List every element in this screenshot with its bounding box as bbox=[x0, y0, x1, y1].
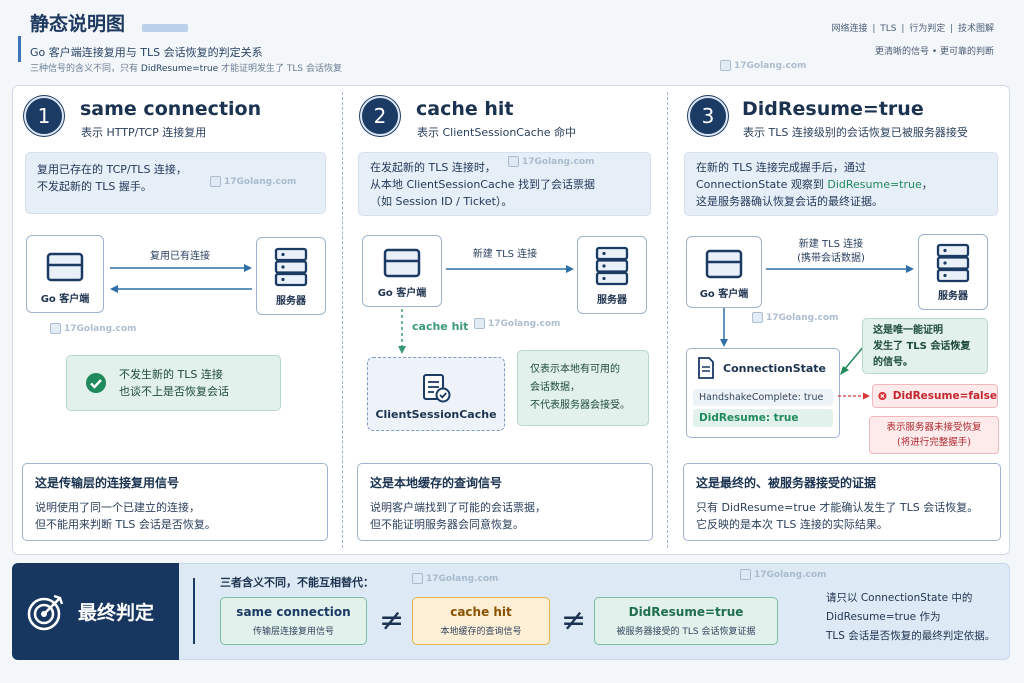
client-window-icon bbox=[705, 249, 743, 279]
not-equal-sign: ≠ bbox=[561, 603, 587, 638]
error-x-icon bbox=[878, 391, 887, 401]
watermark: 17Golang.com bbox=[50, 323, 136, 334]
column-description: 在新的 TLS 连接完成握手后，通过 ConnectionState 观察到 D… bbox=[684, 152, 998, 216]
header-tags: 网络连接 | TLS | 行为判定 | 技术图解 bbox=[831, 24, 995, 34]
conclusion-card: 这是最终的、被服务器接受的证据 只有 DidResume=true 才能确认发生… bbox=[683, 463, 1001, 541]
column-divider bbox=[342, 92, 343, 548]
go-client-node: Go 客户端 bbox=[686, 236, 762, 308]
false-dashed-arrow bbox=[838, 392, 870, 400]
server-node: 服务器 bbox=[918, 234, 988, 310]
page-subtitle: Go 客户端连接复用与 TLS 会话恢复的判定关系 bbox=[30, 46, 263, 59]
page-subnote: 三种信号的含义不同，只有 DidResume=true 才能证明发生了 TLS … bbox=[30, 64, 342, 74]
column-title: DidResume=true bbox=[742, 98, 924, 120]
watermark-icon bbox=[752, 312, 763, 323]
watermark-icon bbox=[412, 573, 423, 584]
step-number: 1 bbox=[24, 96, 64, 136]
target-icon bbox=[27, 594, 64, 630]
watermark-icon bbox=[740, 569, 751, 580]
server-icon bbox=[936, 243, 970, 283]
client-window-icon bbox=[383, 248, 421, 278]
verdict-title: 最终判定 bbox=[78, 602, 155, 624]
column-subtitle: 表示 ClientSessionCache 命中 bbox=[417, 126, 577, 139]
watermark-icon bbox=[50, 323, 61, 334]
arrow-label: 新建 TLS 连接 bbox=[472, 249, 538, 260]
watermark: 17Golang.com bbox=[474, 318, 560, 329]
state-arrow bbox=[720, 308, 728, 347]
step-number: 2 bbox=[360, 96, 400, 136]
pill-same-connection: same connection 传输层连接复用信号 bbox=[220, 597, 367, 645]
column-title: same connection bbox=[80, 98, 262, 120]
conclusion-card: 这是本地缓存的查询信号 说明客户端找到了可能的会话票据， 但不能证明服务器会同意恢… bbox=[357, 463, 653, 541]
connection-state-box: ConnectionState HandshakeComplete: true … bbox=[686, 348, 840, 438]
server-icon bbox=[274, 247, 308, 287]
cache-hit-label: cache hit bbox=[412, 320, 469, 333]
step-number: 3 bbox=[688, 96, 728, 136]
footer-heading: 三者含义不同，不能互相替代： bbox=[220, 576, 374, 589]
proof-note: 这是唯一能证明 发生了 TLS 会话恢复 的信号。 bbox=[862, 318, 988, 374]
arrow-label: 新建 TLS 连接 (携带会话数据) bbox=[797, 239, 865, 264]
footer-divider bbox=[193, 578, 195, 644]
pill-cache-hit: cache hit 本地缓存的查询信号 bbox=[412, 597, 550, 645]
did-resume-row: DidResume: true bbox=[693, 409, 833, 427]
server-node: 服务器 bbox=[256, 237, 326, 315]
false-note: 表示服务器未接受恢复 (将进行完整握手) bbox=[869, 416, 999, 454]
column-subtitle: 表示 HTTP/TCP 连接复用 bbox=[81, 126, 207, 139]
watermark: 17Golang.com bbox=[412, 573, 498, 584]
new-connection-arrow bbox=[446, 265, 574, 273]
page-title: 静态说明图 bbox=[30, 13, 126, 35]
watermark-icon bbox=[720, 60, 731, 71]
cache-lookup-arrow bbox=[398, 309, 406, 354]
subtitle-accent-bar bbox=[18, 36, 21, 62]
conclusion-card: 这是传输层的连接复用信号 说明使用了同一个已建立的连接， 但不能用来判断 TLS … bbox=[22, 463, 328, 541]
did-resume-false-badge: DidResume=false bbox=[872, 384, 998, 408]
document-check-icon bbox=[423, 374, 451, 403]
watermark: 17Golang.com bbox=[210, 176, 296, 187]
header-tagline: 更清晰的信号 • 更可靠的判断 bbox=[874, 47, 994, 57]
watermark-icon bbox=[508, 156, 519, 167]
column-description: 在发起新的 TLS 连接时， 从本地 ClientSessionCache 找到了… bbox=[358, 152, 651, 216]
column-divider bbox=[667, 92, 668, 548]
client-window-icon bbox=[46, 252, 84, 282]
watermark: 17Golang.com bbox=[752, 312, 838, 323]
column-title: cache hit bbox=[416, 98, 514, 120]
pill-did-resume: DidResume=true 被服务器接受的 TLS 会话恢复证据 bbox=[594, 597, 778, 645]
server-icon bbox=[595, 246, 629, 286]
go-client-node: Go 客户端 bbox=[362, 235, 442, 307]
server-node: 服务器 bbox=[577, 236, 647, 314]
client-session-cache-box: ClientSessionCache bbox=[367, 357, 505, 431]
title-accent bbox=[142, 24, 188, 32]
watermark: 17Golang.com bbox=[740, 569, 826, 580]
not-equal-sign: ≠ bbox=[379, 603, 405, 638]
watermark: 17Golang.com bbox=[720, 60, 806, 71]
no-new-tls-note: 不发生新的 TLS 连接 也谈不上是否恢复会话 bbox=[66, 355, 281, 411]
document-icon bbox=[698, 357, 714, 379]
cache-note: 仅表示本地有可用的 会话数据， 不代表服务器会接受。 bbox=[517, 350, 649, 426]
footer-conclusion: 请只以 ConnectionState 中的 DidResume=true 作为 T… bbox=[826, 592, 996, 642]
check-circle-icon bbox=[86, 373, 106, 393]
handshake-row: HandshakeComplete: true bbox=[693, 389, 833, 406]
column-subtitle: 表示 TLS 连接级别的会话恢复已被服务器接受 bbox=[743, 126, 968, 139]
watermark-icon bbox=[210, 176, 221, 187]
verdict-badge: 最终判定 bbox=[12, 563, 179, 660]
bidirectional-arrows bbox=[110, 264, 252, 293]
watermark-icon bbox=[474, 318, 485, 329]
go-client-node: Go 客户端 bbox=[26, 235, 104, 313]
resume-connection-arrow bbox=[766, 265, 914, 273]
watermark: 17Golang.com bbox=[508, 156, 594, 167]
